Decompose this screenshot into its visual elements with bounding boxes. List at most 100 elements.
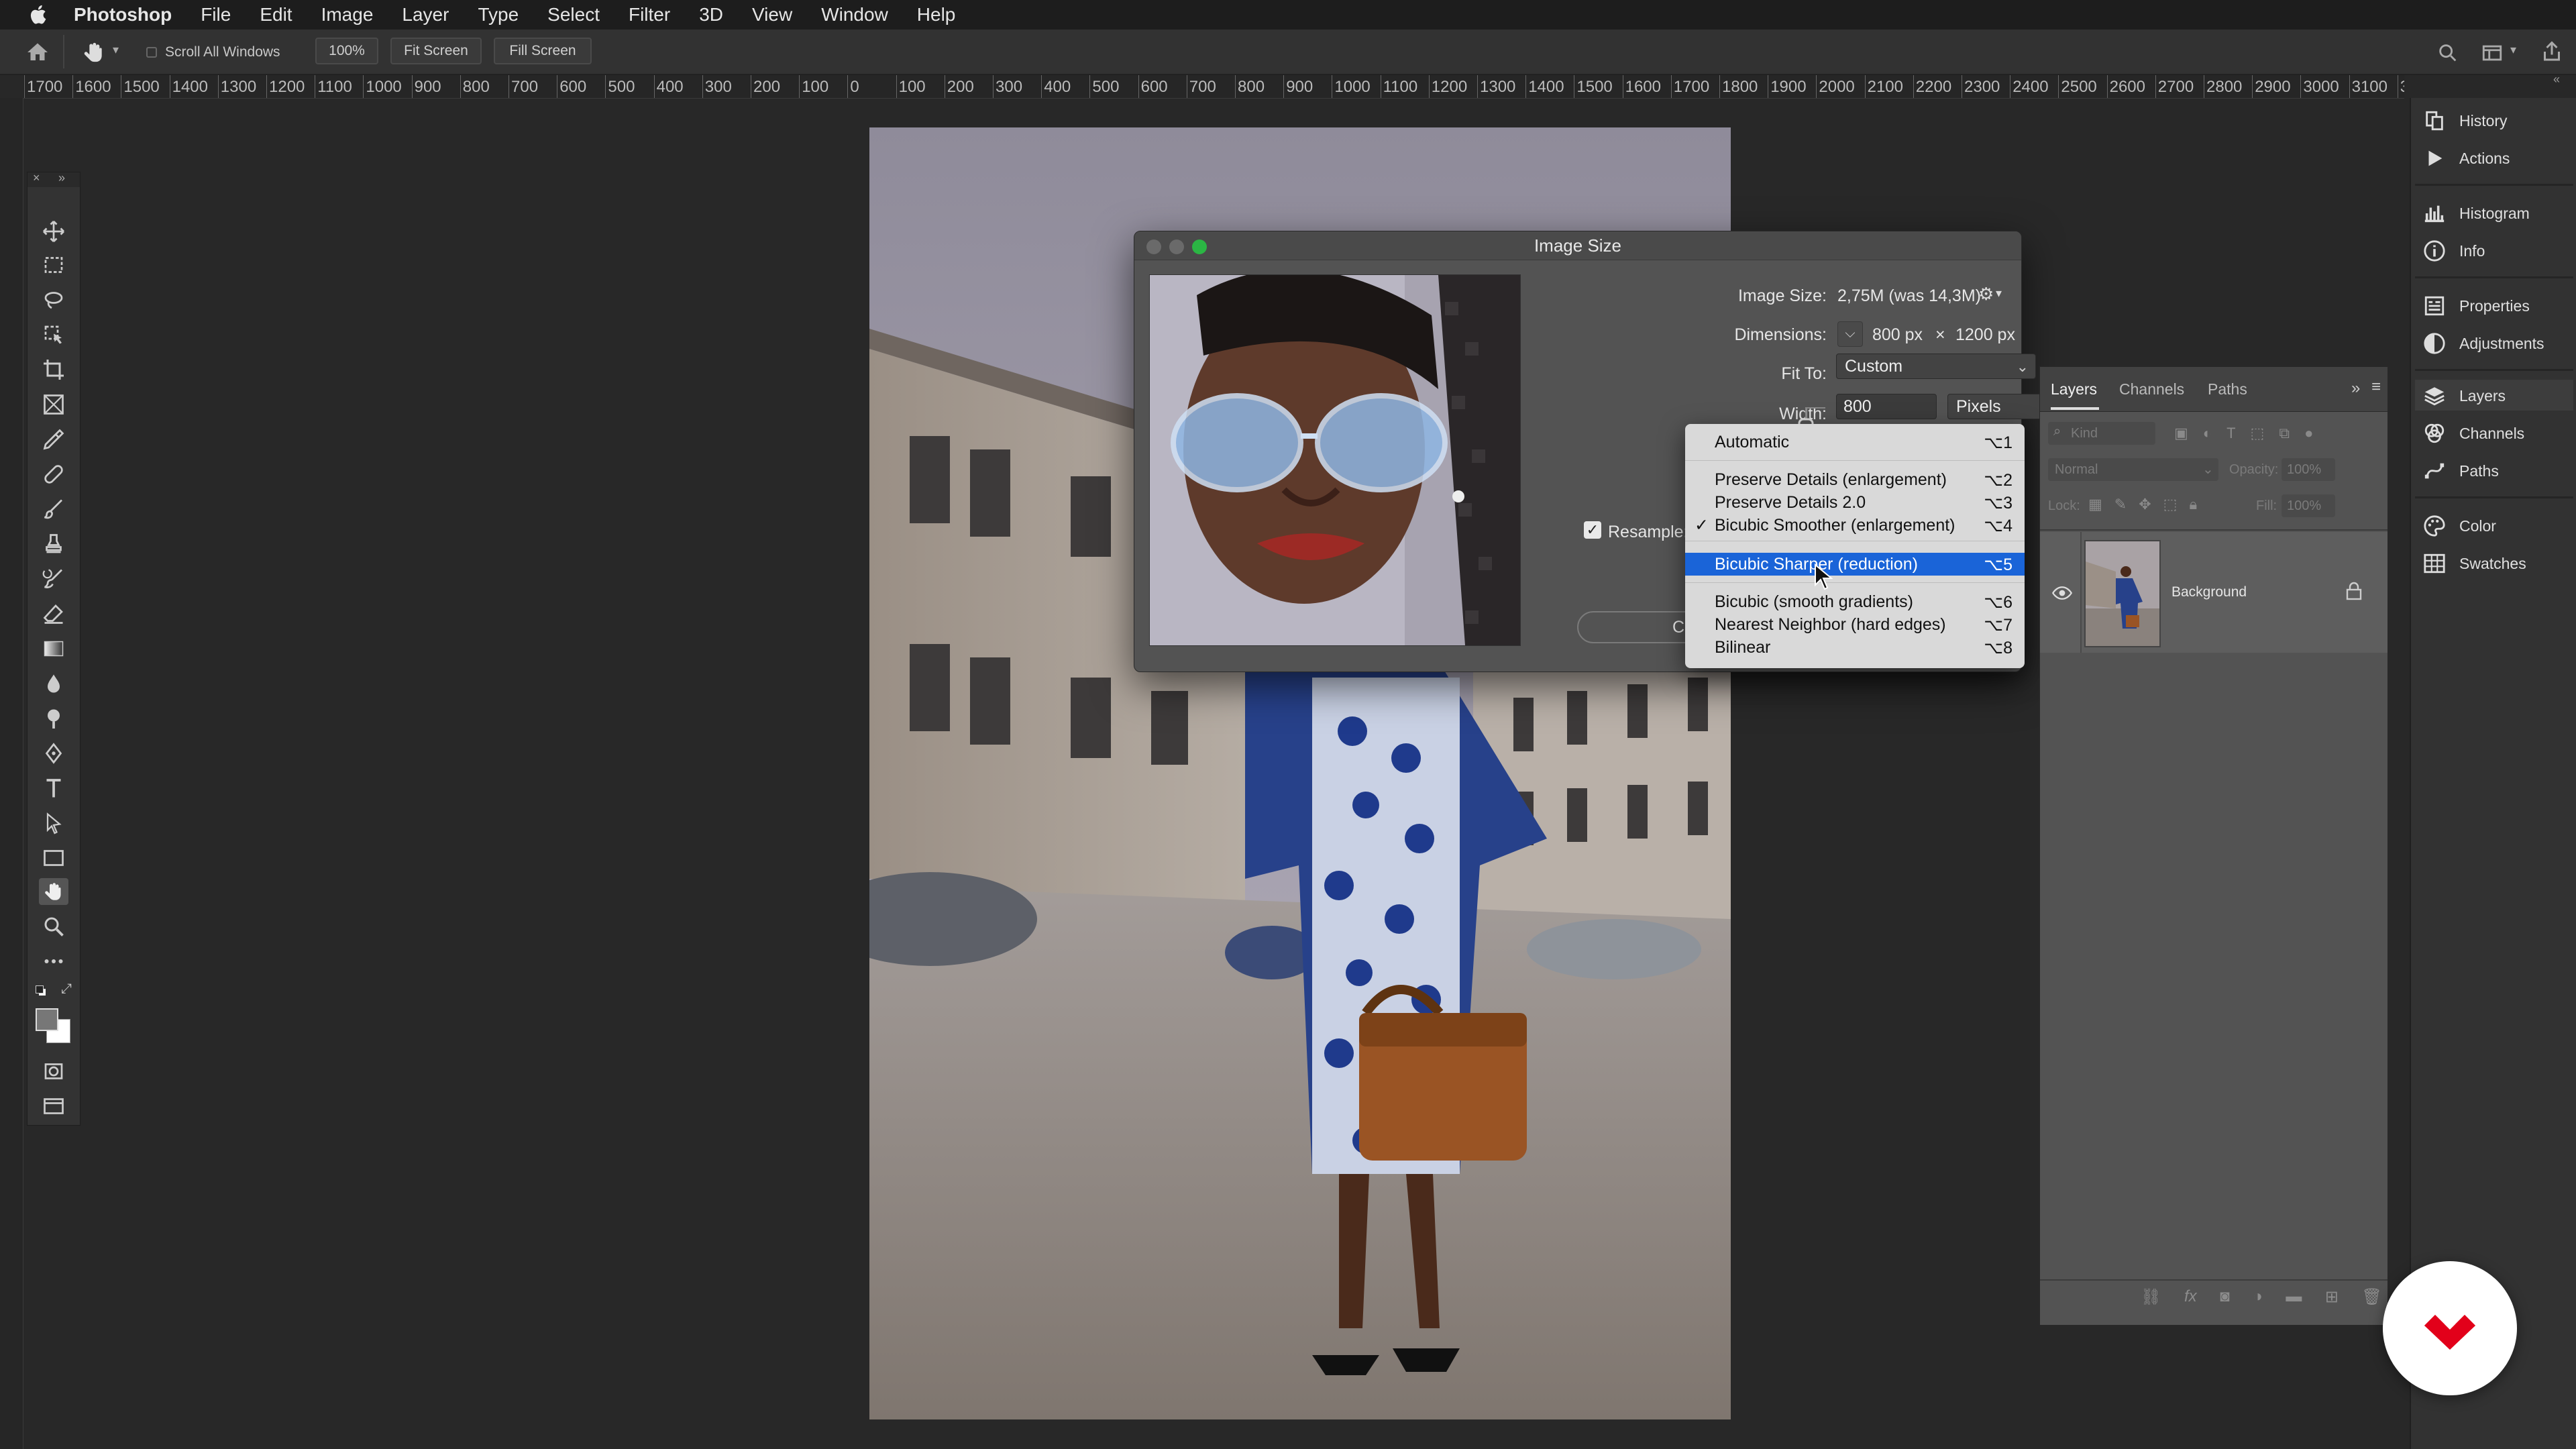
lock-icons[interactable]: ▦ ✎ ✥ ⬚ 🔒︎ xyxy=(2088,496,2222,516)
crop-tool-icon[interactable] xyxy=(39,356,68,383)
adjustment-layer-icon[interactable]: ◑ xyxy=(2253,1287,2263,1314)
history-brush-tool-icon[interactable] xyxy=(39,566,68,592)
lock-all-icon[interactable]: 🔒︎ xyxy=(2189,496,2197,516)
menu-layer[interactable]: Layer xyxy=(402,4,449,25)
image-preview[interactable] xyxy=(1149,274,1521,646)
link-layers-icon[interactable]: ⛓ xyxy=(2141,1287,2161,1314)
menu-3d[interactable]: 3D xyxy=(699,4,723,25)
hand-tool-icon[interactable] xyxy=(80,39,107,66)
layers-panel-button[interactable]: Layers xyxy=(2423,381,2506,411)
zoom-100-button[interactable]: 100% xyxy=(315,38,378,64)
adjustments-panel-button[interactable]: Adjustments xyxy=(2423,329,2544,358)
kind-filter-select[interactable]: ⌕ Kind xyxy=(2048,422,2155,445)
marquee-tool-icon[interactable] xyxy=(39,252,68,278)
delete-layer-icon[interactable]: 🗑︎ xyxy=(2362,1287,2382,1314)
menu-select[interactable]: Select xyxy=(547,4,600,25)
actions-panel-button[interactable]: Actions xyxy=(2423,144,2510,173)
fit-screen-button[interactable]: Fit Screen xyxy=(390,38,482,64)
menu-type[interactable]: Type xyxy=(478,4,519,25)
menu-view[interactable]: View xyxy=(752,4,792,25)
color-panel-button[interactable]: Color xyxy=(2423,511,2496,541)
object-selection-tool-icon[interactable] xyxy=(39,321,68,348)
resample-option-nearest-neighbor[interactable]: Nearest Neighbor (hard edges) ⌥7 xyxy=(1685,613,2025,636)
fit-to-select[interactable]: Custom ⌄ xyxy=(1836,354,2036,379)
eyedropper-tool-icon[interactable] xyxy=(39,426,68,453)
workspace-icon[interactable] xyxy=(2479,42,2505,64)
type-tool-icon[interactable] xyxy=(39,775,68,802)
chevron-down-icon[interactable]: ▾ xyxy=(113,43,119,57)
smart-object-filter-icon[interactable]: ⧉ xyxy=(2279,425,2290,443)
resample-option-bilinear[interactable]: Bilinear ⌥8 xyxy=(1685,636,2025,659)
hand-tool-icon[interactable] xyxy=(39,878,68,905)
paths-panel-button[interactable]: Paths xyxy=(2423,456,2499,486)
menu-edit[interactable]: Edit xyxy=(260,4,292,25)
resample-option-bicubic-sharper[interactable]: Bicubic Sharper (reduction) ⌥5 xyxy=(1685,553,2025,576)
tools-panel-header[interactable]: × » xyxy=(28,171,80,187)
menu-window[interactable]: Window xyxy=(821,4,888,25)
default-colors-icon[interactable] xyxy=(36,985,46,996)
eye-icon[interactable] xyxy=(2052,586,2072,600)
tab-paths[interactable]: Paths xyxy=(2208,380,2247,398)
path-selection-tool-icon[interactable] xyxy=(39,810,68,837)
info-panel-button[interactable]: Info xyxy=(2423,236,2485,266)
histogram-panel-button[interactable]: Histogram xyxy=(2423,199,2530,228)
rectangle-tool-icon[interactable] xyxy=(39,845,68,871)
blend-mode-select[interactable]: Normal ⌄ xyxy=(2048,458,2218,481)
shape-filter-icon[interactable]: ⬚ xyxy=(2251,425,2265,443)
filter-toggle-icon[interactable]: ● xyxy=(2304,425,2313,443)
opacity-input[interactable]: 100% xyxy=(2282,458,2335,481)
menu-file[interactable]: File xyxy=(201,4,231,25)
quick-mask-icon[interactable] xyxy=(39,1058,68,1085)
add-mask-icon[interactable]: ◙ xyxy=(2220,1287,2230,1314)
gradient-tool-icon[interactable] xyxy=(39,635,68,662)
healing-brush-tool-icon[interactable] xyxy=(39,461,68,488)
blur-tool-icon[interactable] xyxy=(39,670,68,697)
channels-panel-button[interactable]: Channels xyxy=(2423,419,2524,448)
screen-mode-icon[interactable] xyxy=(39,1093,68,1120)
resample-option-preserve-details-2[interactable]: Preserve Details 2.0 ⌥3 xyxy=(1685,491,2025,514)
fill-screen-button[interactable]: Fill Screen xyxy=(494,38,592,64)
type-filter-icon[interactable]: T xyxy=(2226,425,2235,443)
lock-position-icon[interactable]: ✥ xyxy=(2139,496,2151,516)
history-panel-button[interactable]: History xyxy=(2423,106,2508,136)
properties-panel-button[interactable]: Properties xyxy=(2423,291,2530,321)
search-icon[interactable] xyxy=(2436,42,2459,64)
fx-icon[interactable]: fx xyxy=(2184,1287,2197,1314)
menu-app-name[interactable]: Photoshop xyxy=(74,4,172,25)
scroll-all-windows-checkbox[interactable] xyxy=(146,47,157,58)
chevron-down-icon[interactable]: ▾ xyxy=(2510,43,2516,57)
brush-tool-icon[interactable] xyxy=(39,496,68,523)
new-layer-icon[interactable]: ⊞ xyxy=(2325,1287,2339,1314)
adjustment-filter-icon[interactable]: ◐ xyxy=(2203,425,2212,443)
frame-tool-icon[interactable] xyxy=(39,391,68,418)
home-icon[interactable] xyxy=(24,40,51,64)
tab-layers[interactable]: Layers xyxy=(2051,380,2097,398)
resample-option-bicubic-smoother[interactable]: ✓ Bicubic Smoother (enlargement) ⌥4 xyxy=(1685,514,2025,537)
lock-transparent-icon[interactable]: ▦ xyxy=(2088,496,2102,516)
layer-name[interactable]: Background xyxy=(2171,584,2247,600)
gear-icon[interactable]: ⚙ xyxy=(1978,284,1994,305)
panel-menu-icon[interactable]: ≡ xyxy=(2371,378,2381,396)
clone-stamp-tool-icon[interactable] xyxy=(39,531,68,557)
tab-channels[interactable]: Channels xyxy=(2119,380,2184,398)
collapse-panels-icon[interactable]: « xyxy=(2553,72,2560,87)
share-icon[interactable] xyxy=(2540,39,2564,64)
zoom-tool-icon[interactable] xyxy=(39,913,68,940)
swatches-panel-button[interactable]: Swatches xyxy=(2423,549,2526,578)
apple-icon[interactable] xyxy=(24,3,54,27)
pen-tool-icon[interactable] xyxy=(39,740,68,767)
dimensions-units-dropdown[interactable]: ⌵ xyxy=(1837,321,1863,347)
lock-icon[interactable] xyxy=(2346,582,2362,600)
dialog-titlebar[interactable]: Image Size xyxy=(1134,231,2021,260)
width-input[interactable]: 800 xyxy=(1836,394,1937,419)
move-tool-icon[interactable] xyxy=(39,218,68,245)
foreground-color-swatch[interactable] xyxy=(36,1008,58,1031)
resample-option-automatic[interactable]: Automatic ⌥1 xyxy=(1685,431,2025,453)
swap-colors-icon[interactable]: ⤢ xyxy=(61,981,72,997)
collapse-icon[interactable]: » xyxy=(2351,379,2360,398)
menu-filter[interactable]: Filter xyxy=(629,4,670,25)
menu-image[interactable]: Image xyxy=(321,4,374,25)
lock-pixels-icon[interactable]: ✎ xyxy=(2114,496,2127,516)
layer-filter-icons[interactable]: ▣ ◐ T ⬚ ⧉ ● xyxy=(2174,425,2349,443)
resample-option-bicubic[interactable]: Bicubic (smooth gradients) ⌥6 xyxy=(1685,590,2025,613)
